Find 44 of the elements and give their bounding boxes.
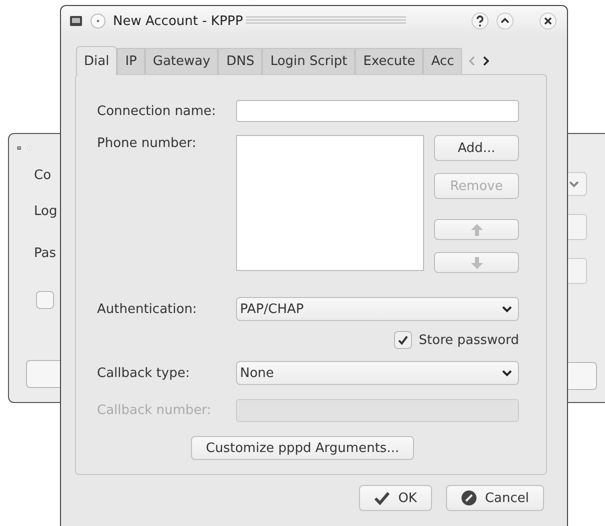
chevron-down-icon	[502, 369, 512, 377]
field-label: Co	[34, 167, 52, 185]
tab[interactable]: IP	[117, 48, 145, 74]
app-icon	[69, 14, 83, 28]
scroll-left-icon[interactable]	[468, 56, 476, 66]
tab[interactable]: Acc	[423, 48, 462, 74]
callback-type-dropdown[interactable]: None	[236, 361, 519, 385]
chevron-down-icon	[502, 305, 512, 313]
field-label: Authentication:	[97, 302, 198, 316]
keep-above-icon[interactable]	[496, 12, 514, 30]
window-title: New Account - KPPP	[113, 14, 243, 28]
tab[interactable]: Execute	[355, 48, 424, 74]
list-button[interactable]: Add...	[434, 135, 519, 161]
field-label: Log	[34, 203, 58, 221]
checkmark-icon	[374, 491, 390, 505]
tab[interactable]: DNS	[218, 48, 262, 74]
scroll-right-icon[interactable]	[482, 56, 490, 66]
tab[interactable]: Dial	[76, 46, 118, 75]
phone-number-list[interactable]	[236, 135, 424, 271]
move-down-button[interactable]	[434, 252, 519, 273]
checkbox[interactable]	[394, 331, 412, 349]
field-label: Callback number:	[97, 403, 212, 418]
authentication-dropdown[interactable]: PAP/CHAP	[236, 297, 519, 321]
dialog-button[interactable]: Cancel	[446, 485, 544, 511]
checkbox[interactable]	[36, 291, 54, 309]
field-label: Pas	[34, 245, 56, 263]
store-password-checkbox[interactable]: Store password	[394, 331, 519, 349]
connection-name-field[interactable]	[236, 100, 519, 122]
field-label: Callback type:	[97, 366, 191, 380]
field-label: Connection name:	[97, 104, 217, 118]
tab[interactable]: Gateway	[144, 48, 218, 74]
arrow-up-icon	[470, 222, 484, 236]
move-up-button[interactable]	[434, 219, 519, 240]
window-menu-icon[interactable]	[90, 13, 106, 29]
dialog-button[interactable]: OK	[359, 485, 432, 511]
arrow-down-icon	[470, 256, 484, 270]
checkmark-icon	[396, 334, 409, 346]
close-icon[interactable]	[539, 12, 557, 30]
customize-button[interactable]: Customize pppd Arguments...	[190, 436, 414, 460]
tab[interactable]: Login Script	[262, 48, 356, 74]
cancel-icon	[460, 490, 477, 506]
help-icon[interactable]	[471, 12, 489, 30]
chevron-down-icon	[569, 180, 579, 188]
field-label: Phone number:	[97, 136, 198, 151]
